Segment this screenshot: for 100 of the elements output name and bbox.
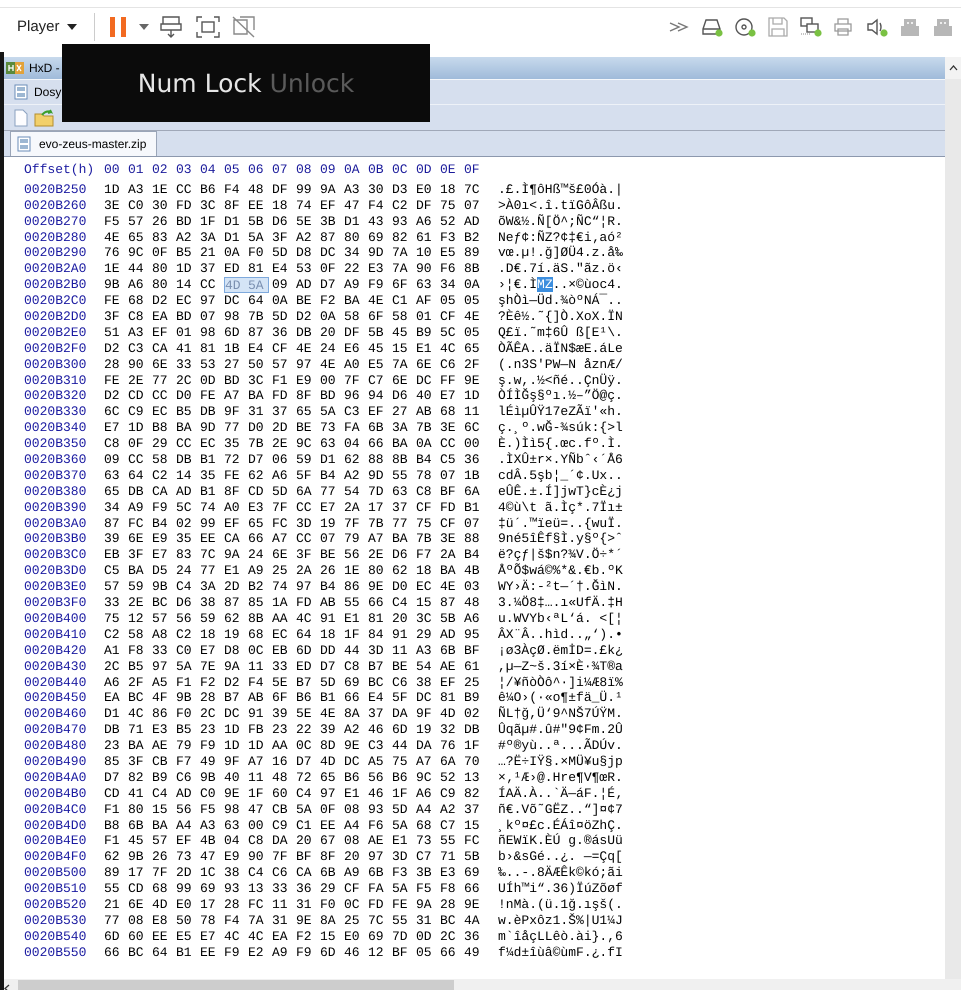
hex-byte[interactable]: 6C (464, 420, 488, 436)
hex-byte[interactable]: 5C (176, 500, 200, 516)
hex-byte[interactable]: BA (176, 420, 200, 436)
hex-byte[interactable]: B8 (152, 420, 176, 436)
hex-byte[interactable]: C8 (104, 436, 128, 452)
hex-byte[interactable]: C4 (296, 786, 320, 802)
hex-byte[interactable]: FE (104, 372, 128, 388)
hex-byte[interactable]: 6D (296, 642, 320, 659)
hex-byte[interactable]: F7 (176, 754, 200, 770)
hex-byte[interactable]: 69 (344, 674, 368, 690)
hex-byte[interactable]: FC (272, 516, 296, 532)
hex-byte[interactable]: 5B (368, 324, 392, 341)
hex-byte[interactable]: 1D (224, 722, 248, 738)
hex-byte[interactable]: 5D (320, 674, 344, 690)
hex-byte[interactable]: FE (392, 896, 416, 913)
hex-byte[interactable]: 88 (464, 531, 488, 548)
hex-byte[interactable]: DC (320, 245, 344, 262)
hex-byte[interactable]: C8 (416, 484, 440, 500)
hex-byte[interactable]: EC (416, 579, 440, 596)
hex-byte[interactable]: 29 (416, 626, 440, 643)
hex-byte[interactable]: CA (296, 865, 320, 882)
hex-byte[interactable]: 6B (440, 642, 464, 659)
hex-byte[interactable]: EF (368, 404, 392, 420)
hex-byte[interactable]: 7E (200, 658, 224, 674)
hex-byte[interactable]: C4 (248, 865, 272, 882)
hex-byte[interactable]: 32 (440, 722, 464, 738)
hex-byte[interactable]: D7 (320, 277, 344, 294)
hex-byte[interactable]: 6F (368, 309, 392, 325)
hex-byte[interactable]: AF (416, 293, 440, 310)
hex-byte[interactable]: B5 (176, 722, 200, 738)
hex-byte[interactable]: A3 (128, 182, 152, 198)
hex-byte[interactable]: 72 (224, 452, 248, 468)
hex-byte[interactable]: F9 (200, 738, 224, 754)
hex-byte[interactable]: E7 (320, 500, 344, 516)
hex-byte[interactable]: F2 (320, 293, 344, 310)
hex-byte[interactable]: 11 (248, 770, 272, 786)
hex-byte[interactable]: CC (128, 452, 152, 468)
hex-byte[interactable]: C4 (392, 595, 416, 611)
hex-byte[interactable]: 2E (128, 372, 152, 388)
hex-byte[interactable]: 63 (416, 277, 440, 294)
hex-byte[interactable]: B5 (128, 658, 152, 674)
hex-byte[interactable]: A4 (344, 818, 368, 834)
hex-byte[interactable]: A3 (416, 642, 440, 659)
hex-byte[interactable]: BD (224, 372, 248, 388)
hex-byte[interactable]: BA (392, 436, 416, 452)
hex-byte[interactable]: 87 (104, 516, 128, 532)
hex-byte[interactable]: 66 (248, 531, 272, 548)
hex-byte[interactable]: 1F (392, 786, 416, 802)
hex-byte[interactable]: 97 (200, 293, 224, 310)
hex-byte[interactable]: B8 (104, 818, 128, 834)
hex-byte[interactable]: 3B (320, 214, 344, 230)
hex-byte[interactable]: FF (440, 372, 464, 388)
hex-byte[interactable]: 08 (128, 912, 152, 929)
hex-byte[interactable]: 46 (368, 722, 392, 738)
hex-byte[interactable]: EB (272, 642, 296, 659)
hex-byte[interactable]: C9 (272, 818, 296, 834)
hex-byte[interactable]: FB (248, 722, 272, 738)
hex-byte[interactable]: B2 (248, 579, 272, 596)
hex-byte[interactable]: 73 (416, 833, 440, 850)
hex-byte[interactable]: D1 (344, 214, 368, 230)
hex-byte[interactable]: 31 (416, 912, 440, 929)
hex-byte[interactable]: 66 (104, 944, 128, 961)
hex-byte[interactable]: 36 (296, 881, 320, 897)
hex-byte[interactable]: B4 (464, 547, 488, 564)
hex-byte[interactable]: FC (128, 516, 152, 532)
hex-byte[interactable]: 15 (464, 818, 488, 834)
hex-byte[interactable]: 0C (296, 738, 320, 754)
hex-byte[interactable]: A5 (368, 754, 392, 770)
hex-byte[interactable]: 4B (464, 563, 488, 580)
hex-byte[interactable]: F4 (224, 912, 248, 929)
hex-byte[interactable]: C6 (176, 770, 200, 786)
hex-byte[interactable]: 62 (248, 468, 272, 484)
hex-byte[interactable]: 73 (320, 420, 344, 436)
hex-byte[interactable]: 6F (392, 277, 416, 294)
hex-byte[interactable]: EA (104, 690, 128, 706)
hex-byte[interactable]: 57 (152, 833, 176, 850)
hex-byte[interactable]: 4E (320, 706, 344, 722)
hex-byte[interactable]: 91 (320, 610, 344, 627)
hex-byte[interactable]: 33 (152, 642, 176, 659)
hex-byte[interactable]: 3F (272, 230, 296, 246)
hex-byte[interactable]: 67 (320, 833, 344, 850)
hex-byte[interactable]: 39 (104, 531, 128, 548)
hex-byte[interactable]: CF (440, 516, 464, 532)
hex-byte[interactable]: 6B (320, 865, 344, 882)
hex-byte[interactable]: C6 (440, 356, 464, 373)
hex-byte[interactable]: EC (176, 293, 200, 310)
hex-byte[interactable]: 5A (320, 404, 344, 420)
hex-byte[interactable]: BF (440, 484, 464, 500)
hex-byte[interactable]: 4D (152, 896, 176, 913)
hex-byte[interactable]: 89 (464, 245, 488, 262)
hex-byte[interactable]: F9 (152, 500, 176, 516)
hex-byte[interactable]: 11 (272, 896, 296, 913)
hex-byte[interactable]: BA (128, 563, 152, 580)
hex-byte[interactable]: D2 (104, 340, 128, 357)
hex-byte[interactable]: F3 (440, 230, 464, 246)
hex-byte[interactable]: 56 (344, 547, 368, 564)
hex-byte[interactable]: 98 (224, 309, 248, 325)
hex-byte[interactable]: 0F (320, 802, 344, 818)
hex-byte[interactable]: 3F (128, 754, 152, 770)
hex-byte[interactable]: 44 (128, 261, 152, 278)
